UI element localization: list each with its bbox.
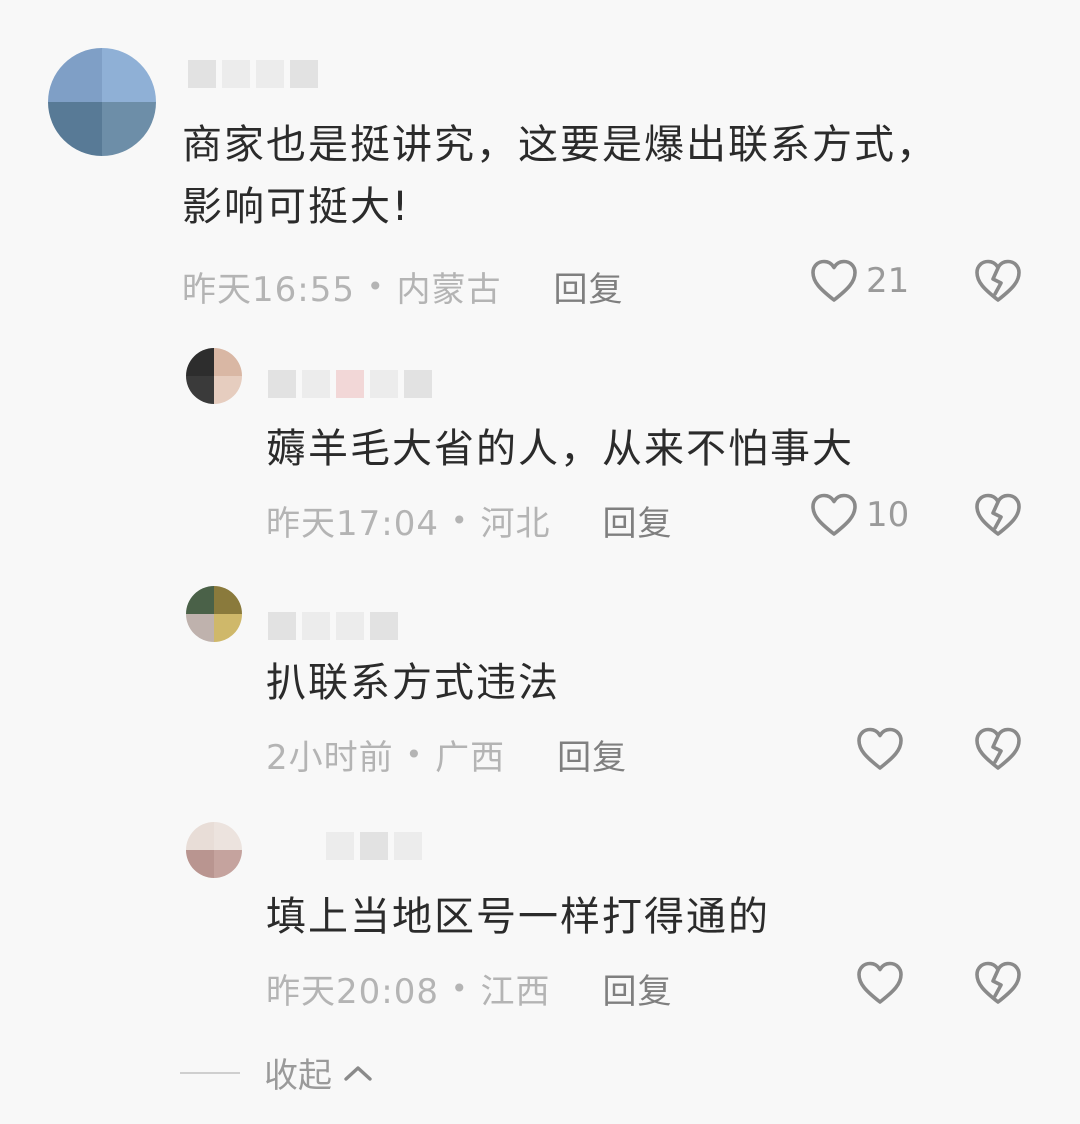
separator-dot: • xyxy=(366,270,385,303)
comment-location: 内蒙古 xyxy=(396,270,502,310)
separator-dot: • xyxy=(450,504,469,537)
like-button[interactable] xyxy=(856,960,904,1006)
dislike-button[interactable] xyxy=(974,492,1022,538)
username-blurred[interactable] xyxy=(268,612,398,640)
comment-location: 河北 xyxy=(480,504,551,544)
comment-time: 昨天17:04 xyxy=(266,504,439,544)
reply-item: 扒联系方式违法 2小时前 • 广西 回复 xyxy=(0,560,1080,794)
broken-heart-icon xyxy=(975,961,1021,1004)
username-blurred[interactable] xyxy=(188,60,318,88)
comment-item: 商家也是挺讲究，这要是爆出联系方式， 影响可挺大! 昨天16:55 • 内蒙古 … xyxy=(0,0,1080,320)
heart-outline-icon xyxy=(811,493,857,536)
divider-line xyxy=(180,1071,240,1074)
collapse-replies-button[interactable]: 收起 xyxy=(264,1048,374,1097)
avatar[interactable] xyxy=(186,348,242,404)
comment-text: 扒联系方式违法 xyxy=(266,660,560,706)
broken-heart-icon xyxy=(975,727,1021,770)
comment-meta: 昨天17:04 • 河北 回复 xyxy=(266,496,673,545)
comment-time: 2小时前 xyxy=(266,738,394,778)
comment-meta: 昨天16:55 • 内蒙古 回复 xyxy=(182,262,624,311)
comment-meta: 2小时前 • 广西 回复 xyxy=(266,730,627,779)
comment-time: 昨天16:55 xyxy=(182,270,355,310)
comment-time: 昨天20:08 xyxy=(266,972,439,1012)
separator-dot: • xyxy=(450,972,469,1005)
collapse-label: 收起 xyxy=(264,1056,332,1096)
comment-location: 广西 xyxy=(435,738,506,778)
comment-location: 江西 xyxy=(480,972,551,1012)
reply-button[interactable]: 回复 xyxy=(603,964,673,1013)
reply-item: 薅羊毛大省的人，从来不怕事大 昨天17:04 • 河北 回复 10 xyxy=(0,320,1080,560)
heart-outline-icon xyxy=(857,727,903,770)
reply-item: 填上当地区号一样打得通的 昨天20:08 • 江西 回复 xyxy=(0,794,1080,1028)
username-blurred[interactable] xyxy=(268,370,432,398)
comment-text: 薅羊毛大省的人，从来不怕事大 xyxy=(266,426,854,472)
dislike-button[interactable] xyxy=(974,258,1022,304)
broken-heart-icon xyxy=(975,493,1021,536)
comment-text: 商家也是挺讲究，这要是爆出联系方式， 影响可挺大! xyxy=(182,122,938,230)
heart-outline-icon xyxy=(811,259,857,302)
avatar[interactable] xyxy=(186,822,242,878)
like-count: 10 xyxy=(866,495,910,535)
like-button[interactable]: 10 xyxy=(810,492,909,538)
separator-dot: • xyxy=(405,738,424,771)
comment-meta: 昨天20:08 • 江西 回复 xyxy=(266,964,673,1013)
chevron-up-icon xyxy=(344,1065,372,1081)
reply-button[interactable]: 回复 xyxy=(557,730,627,779)
like-button[interactable] xyxy=(856,726,904,772)
like-button[interactable]: 21 xyxy=(810,258,909,304)
dislike-button[interactable] xyxy=(974,960,1022,1006)
reply-button[interactable]: 回复 xyxy=(603,496,673,545)
avatar[interactable] xyxy=(186,586,242,642)
comment-text: 填上当地区号一样打得通的 xyxy=(266,894,770,940)
broken-heart-icon xyxy=(975,259,1021,302)
avatar[interactable] xyxy=(48,48,156,156)
collapse-replies-row: 收起 xyxy=(180,1048,374,1097)
username-blurred[interactable] xyxy=(326,832,422,860)
heart-outline-icon xyxy=(857,961,903,1004)
reply-button[interactable]: 回复 xyxy=(554,262,624,311)
like-count: 21 xyxy=(866,261,910,301)
dislike-button[interactable] xyxy=(974,726,1022,772)
